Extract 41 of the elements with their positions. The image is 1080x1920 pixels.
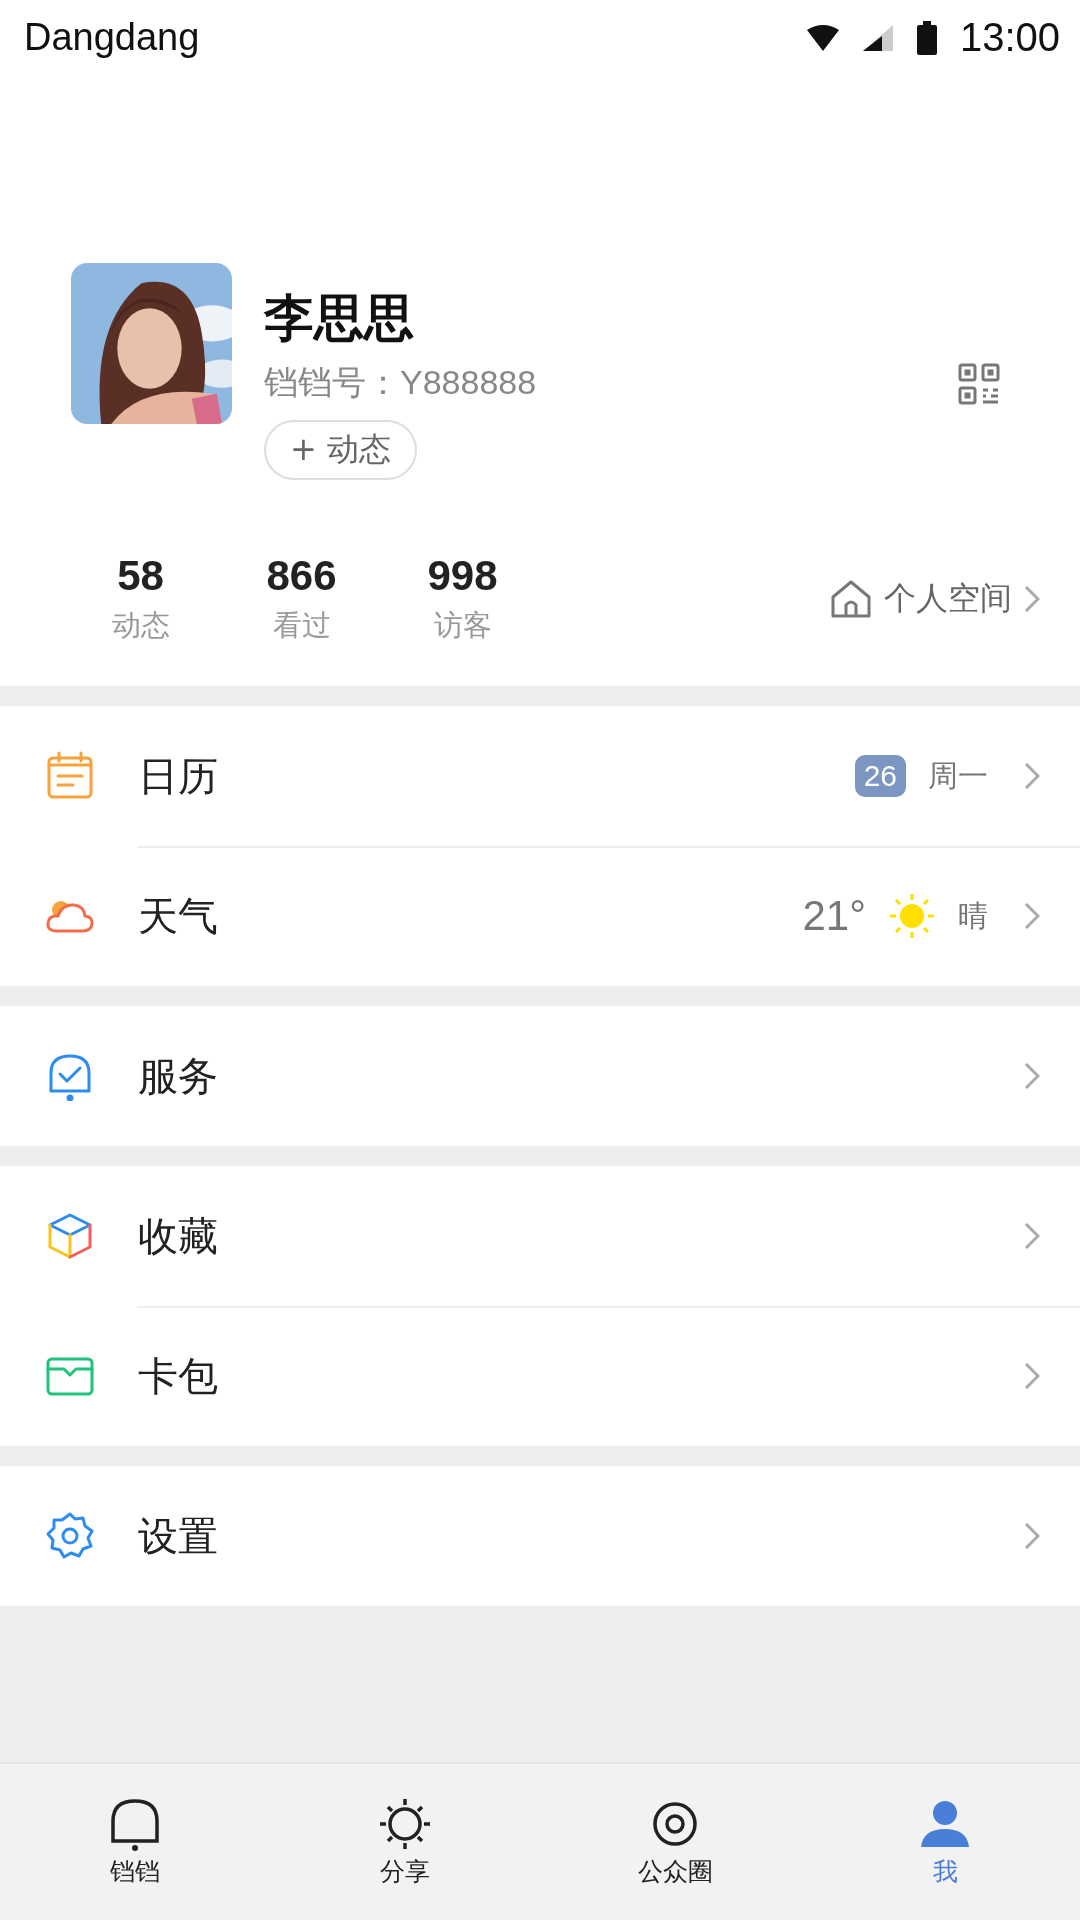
wifi-icon: [805, 23, 840, 52]
weekday: 周一: [928, 756, 988, 795]
clock-time: 13:00: [959, 15, 1060, 60]
date-badge: 26: [854, 755, 906, 797]
menu-item[interactable]: 日历 26 周一: [0, 706, 1080, 846]
menu-item[interactable]: 服务: [0, 1006, 1080, 1146]
personal-space-link[interactable]: 个人空间: [830, 577, 1040, 621]
stat-value[interactable]: 866: [266, 552, 337, 600]
chevron-icon: [1024, 762, 1040, 790]
chevron-icon: [1024, 1222, 1040, 1250]
home-icon: [830, 579, 872, 619]
tab[interactable]: 我: [810, 1764, 1080, 1920]
menu-item[interactable]: 天气 21° 晴: [0, 846, 1080, 986]
stat-label: 看过: [272, 607, 331, 644]
tab[interactable]: 分享: [270, 1764, 540, 1920]
stat-label: 访客: [433, 607, 492, 644]
account-id: 铛铛号：Y888888: [264, 362, 537, 403]
calendar-icon: [45, 751, 95, 801]
chevron-icon: [1024, 585, 1040, 613]
qr-code-icon[interactable]: [958, 363, 1000, 405]
sun-icon: [888, 892, 936, 940]
app-name: Dangdang: [24, 16, 200, 59]
chevron-icon: [1024, 1062, 1040, 1090]
tab[interactable]: 铛铛: [0, 1764, 270, 1920]
weather-condition: 晴: [958, 896, 988, 935]
temperature: 21°: [802, 892, 866, 940]
user-name: 李思思: [264, 288, 414, 349]
stat-value[interactable]: 58: [117, 552, 164, 600]
menu-item[interactable]: 设置: [0, 1466, 1080, 1606]
chevron-icon: [1024, 1522, 1040, 1550]
chevron-icon: [1024, 1362, 1040, 1390]
battery-icon: [915, 20, 938, 55]
chevron-icon: [1024, 902, 1040, 930]
menu-item[interactable]: 收藏: [0, 1166, 1080, 1306]
post-button[interactable]: + 动态: [264, 420, 417, 480]
settings-icon: [45, 1511, 95, 1561]
signal-icon: [861, 23, 894, 52]
stat-label: 动态: [111, 607, 170, 644]
stat-value[interactable]: 998: [427, 552, 498, 600]
tab[interactable]: 公众圈: [540, 1764, 810, 1920]
menu-item[interactable]: 卡包: [0, 1306, 1080, 1446]
